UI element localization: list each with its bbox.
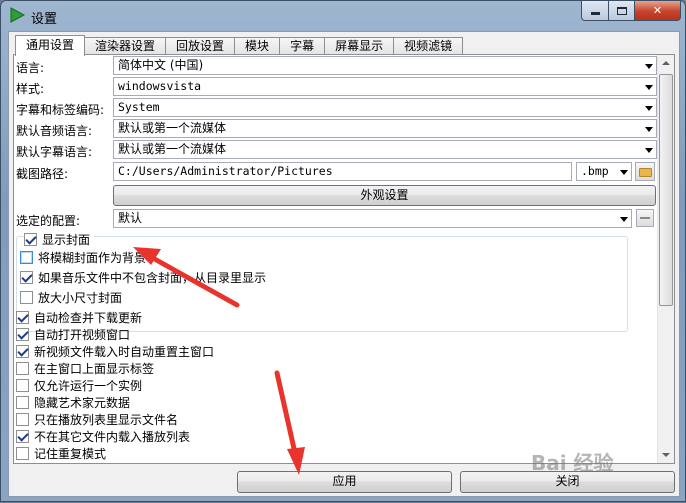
chevron-down-icon — [645, 148, 653, 153]
tab-modules[interactable]: 模块 — [235, 37, 281, 55]
checkbox-icon — [16, 328, 29, 341]
chevron-down-icon — [620, 217, 628, 222]
option-label: 在主窗口上面显示标签 — [34, 362, 155, 376]
scroll-up-icon[interactable] — [658, 55, 674, 72]
enlarge-cover-label: 放大小尺寸封面 — [38, 291, 123, 305]
cover-from-folder-checkbox[interactable]: 如果音乐文件中不包含封面，从目录里显示 — [20, 269, 266, 286]
checkbox-icon — [16, 413, 29, 426]
option-remember-repeat[interactable]: 记住重复模式 — [16, 445, 106, 462]
option-label: 仅允许运行一个实例 — [34, 379, 143, 393]
profile-value: 默认 — [118, 211, 143, 225]
option-hide-artist[interactable]: 隐藏艺术家元数据 — [16, 394, 130, 411]
chevron-down-icon — [645, 85, 653, 90]
minimize-icon — [590, 12, 600, 15]
checkbox-icon — [16, 430, 29, 443]
style-select[interactable]: windowsvista — [113, 77, 657, 96]
option-show-tabs[interactable]: 在主窗口上面显示标签 — [16, 360, 154, 377]
play-logo-icon — [10, 7, 25, 23]
screenshot-format-value: .bmp — [581, 164, 609, 178]
style-label: 样式: — [16, 82, 45, 96]
option-no-playlist-load[interactable]: 不在其它文件内载入播放列表 — [16, 428, 190, 445]
tab-video-filters[interactable]: 视频滤镜 — [394, 37, 464, 55]
maximize-icon — [616, 6, 627, 15]
browse-folder-button[interactable] — [635, 162, 655, 181]
show-cover-checkbox[interactable]: 显示封面 — [24, 231, 95, 248]
close-window-button[interactable]: ✕ — [635, 1, 681, 21]
encoding-label: 字幕和标签编码: — [16, 103, 105, 117]
scroll-down-icon[interactable] — [658, 446, 674, 463]
sub-lang-label: 默认字幕语言: — [16, 145, 93, 159]
window-title: 设置 — [31, 12, 58, 27]
watermark: Bai 经验 — [531, 451, 614, 475]
checkbox-icon — [16, 345, 29, 358]
option-filename-only[interactable]: 只在播放列表里显示文件名 — [16, 411, 178, 428]
style-value: windowsvista — [118, 79, 202, 93]
tab-general[interactable]: 通用设置 — [15, 35, 86, 56]
checkbox-icon — [20, 251, 33, 264]
checkbox-icon — [16, 362, 29, 375]
screenshot-path-label: 截图路径: — [16, 167, 69, 181]
option-label: 自动检查并下载更新 — [34, 311, 143, 325]
tab-bar: 通用设置 渲染器设置 回放设置 模块 字幕 屏幕显示 视频滤镜 — [15, 35, 464, 56]
screenshot-path-input[interactable]: C:/Users/Administrator/Pictures — [113, 162, 572, 181]
tab-renderer[interactable]: 渲染器设置 — [85, 37, 167, 55]
cover-from-folder-label: 如果音乐文件中不包含封面，从目录里显示 — [38, 271, 267, 285]
general-settings-panel: 语言: 简体中文 (中国) 样式: windowsvista 字幕和标签编码: … — [13, 54, 675, 464]
audio-lang-label: 默认音频语言: — [16, 124, 93, 138]
option-auto-update[interactable]: 自动检查并下载更新 — [16, 309, 142, 326]
checkbox-icon — [16, 311, 29, 324]
encoding-select[interactable]: System — [113, 98, 657, 117]
option-label: 隐藏艺术家元数据 — [34, 396, 131, 410]
blur-cover-background-checkbox[interactable]: 将模糊封面作为背景 — [20, 249, 146, 266]
caption-buttons: ✕ — [581, 1, 681, 21]
checkbox-icon — [16, 396, 29, 409]
checkbox-icon — [16, 379, 29, 392]
language-label: 语言: — [16, 61, 45, 75]
title-bar[interactable]: 设置 ✕ — [1, 1, 686, 31]
close-icon: ✕ — [652, 4, 663, 17]
option-auto-open-video[interactable]: 自动打开视频窗口 — [16, 326, 130, 343]
profile-label: 选定的配置: — [16, 214, 81, 228]
chevron-down-icon — [645, 64, 653, 69]
language-select[interactable]: 简体中文 (中国) — [113, 56, 657, 75]
checkbox-icon — [20, 271, 33, 284]
remove-profile-button[interactable] — [636, 209, 654, 227]
vertical-scrollbar[interactable] — [657, 55, 674, 463]
option-reset-main-window[interactable]: 新视频文件载入时自动重置主窗口 — [16, 343, 214, 360]
scrollbar-thumb[interactable] — [659, 74, 673, 306]
show-cover-label: 显示封面 — [42, 233, 91, 247]
chevron-down-icon — [620, 170, 628, 175]
tab-subtitles[interactable]: 字幕 — [280, 37, 326, 55]
option-label: 新视频文件载入时自动重置主窗口 — [34, 345, 215, 359]
encoding-value: System — [118, 100, 160, 114]
enlarge-small-cover-checkbox[interactable]: 放大小尺寸封面 — [20, 289, 122, 306]
minimize-button[interactable] — [581, 1, 609, 21]
checkbox-icon — [16, 447, 29, 460]
folder-icon — [639, 168, 652, 177]
checkbox-icon — [20, 291, 33, 304]
option-single-instance[interactable]: 仅允许运行一个实例 — [16, 377, 142, 394]
sub-lang-select[interactable]: 默认或第一个流媒体 — [113, 140, 657, 159]
settings-window: 设置 ✕ 通用设置 渲染器设置 回放设置 模块 字幕 屏幕显示 视频滤镜 语言: — [0, 0, 686, 502]
tab-osd[interactable]: 屏幕显示 — [325, 37, 395, 55]
option-label: 自动打开视频窗口 — [34, 328, 131, 342]
option-label: 不在其它文件内载入播放列表 — [34, 430, 191, 444]
dialog-client-area: 通用设置 渲染器设置 回放设置 模块 字幕 屏幕显示 视频滤镜 语言: 简体中文… — [8, 31, 680, 497]
chevron-down-icon — [645, 127, 653, 132]
apply-button[interactable]: 应用 — [237, 471, 452, 493]
chevron-down-icon — [645, 106, 653, 111]
option-label: 记住重复模式 — [34, 447, 107, 461]
appearance-settings-button[interactable]: 外观设置 — [113, 185, 656, 206]
sub-lang-value: 默认或第一个流媒体 — [118, 142, 227, 156]
checkbox-icon — [24, 233, 37, 246]
option-label: 只在播放列表里显示文件名 — [34, 413, 179, 427]
profile-select[interactable]: 默认 — [113, 209, 632, 228]
audio-lang-select[interactable]: 默认或第一个流媒体 — [113, 119, 657, 138]
language-value: 简体中文 (中国) — [118, 58, 204, 72]
audio-lang-value: 默认或第一个流媒体 — [118, 121, 227, 135]
screenshot-format-select[interactable]: .bmp — [576, 162, 632, 181]
blur-cover-label: 将模糊封面作为背景 — [38, 251, 147, 265]
tab-playback[interactable]: 回放设置 — [166, 37, 236, 55]
maximize-button[interactable] — [609, 1, 635, 21]
